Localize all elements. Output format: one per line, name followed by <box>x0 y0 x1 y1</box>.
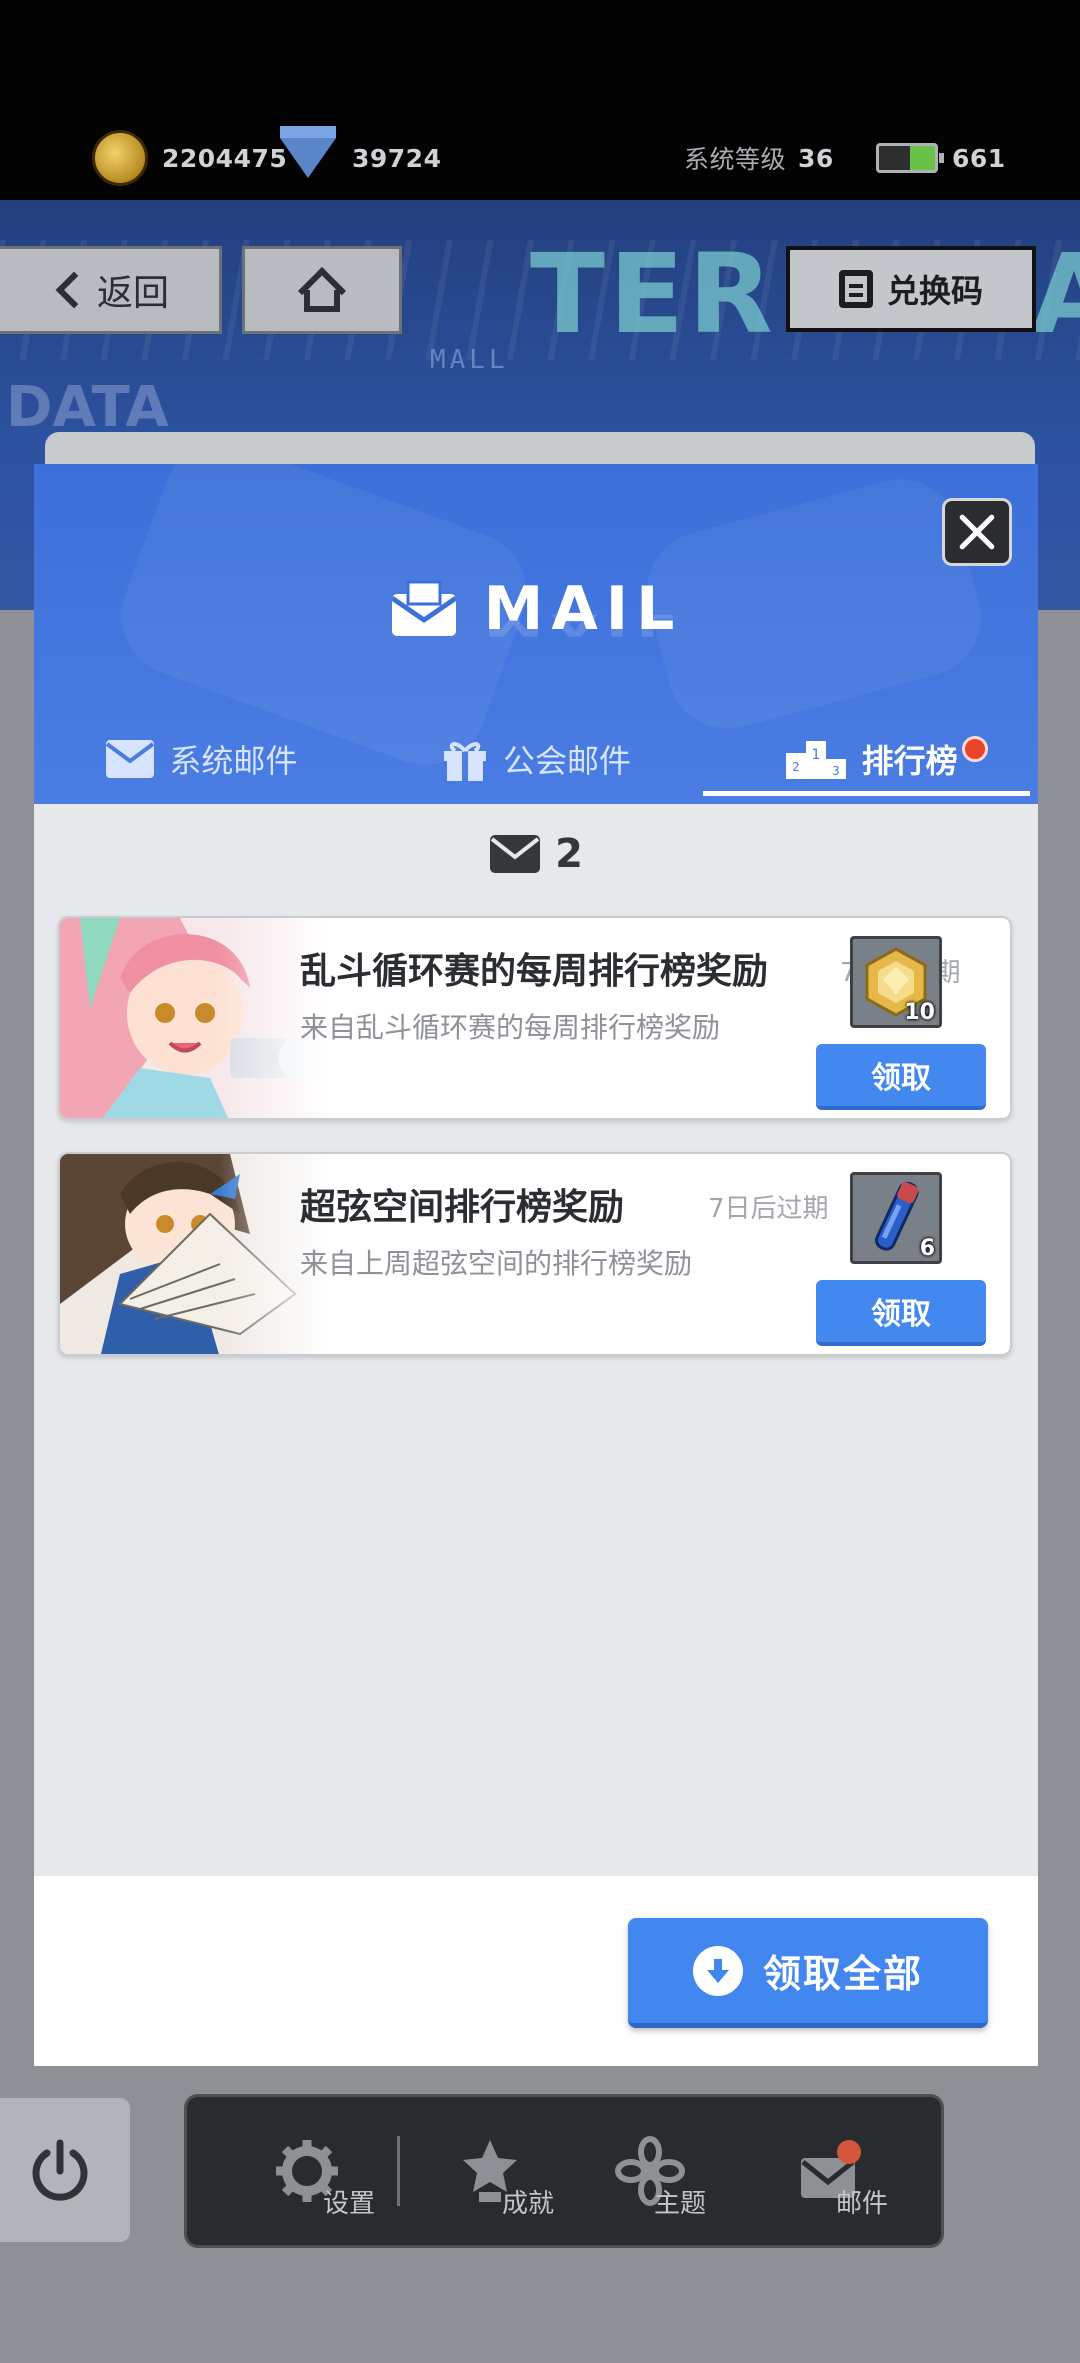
podium-icon: 1 2 3 <box>785 741 846 779</box>
claim-button[interactable]: 领取 <box>816 1044 986 1110</box>
mail-expiry: 7日后过期 <box>708 1194 829 1224</box>
mail-item[interactable]: 乱斗循环赛的每周排行榜奖励 7日后过期 来自乱斗循环赛的每周排行榜奖励 10 领… <box>58 916 1012 1120</box>
mail-tabs: 系统邮件 公会邮件 1 2 3 排行榜 <box>34 714 1038 804</box>
home-button[interactable] <box>242 246 402 334</box>
gold-counter: 2204475 <box>92 130 288 186</box>
nav-label: 主题 <box>654 2189 707 2219</box>
bottom-nav: 设置 成就 主题 邮件 <box>184 2094 944 2248</box>
mail-title-text: MAIL <box>483 574 683 644</box>
reward-quantity: 6 <box>919 1236 935 1261</box>
power-icon <box>32 2139 88 2201</box>
home-icon <box>297 266 347 316</box>
tab-label: 排行榜 <box>861 742 958 780</box>
reward-quantity: 10 <box>904 1000 935 1025</box>
back-button[interactable]: 返回 <box>0 246 222 334</box>
gold-coin-icon <box>92 130 148 186</box>
banner-mall-text: MALL <box>430 345 509 375</box>
envelope-open-icon <box>390 580 458 636</box>
mail-count-value: 2 <box>555 831 583 877</box>
redeem-code-button[interactable]: 兑换码 <box>786 246 1036 332</box>
system-level-value: 36 <box>798 143 834 173</box>
nav-achievements[interactable]: 成就 <box>410 2111 570 2231</box>
mail-title: 超弦空间排行榜奖励 <box>300 1187 625 1228</box>
download-icon <box>692 1945 743 1996</box>
close-button[interactable] <box>942 498 1012 566</box>
energy-counter: 661 <box>876 136 1006 180</box>
svg-text:2: 2 <box>792 760 800 774</box>
battery-icon <box>876 143 944 173</box>
mail-subtitle: 来自上周超弦空间的排行榜奖励 <box>300 1247 693 1280</box>
mail-title: MAIL <box>34 574 1038 644</box>
reward-item[interactable]: 10 <box>850 936 942 1028</box>
mail-dialog-footer: 领取全部 <box>34 1876 1038 2066</box>
envelope-icon <box>490 835 541 873</box>
mail-dialog-header: MAIL MAIL 系统邮件 公会邮件 1 2 3 排行榜 <box>34 464 1038 804</box>
claim-all-label: 领取全部 <box>762 1952 923 1996</box>
nav-divider <box>397 2136 400 2206</box>
nav-mail[interactable]: 邮件 <box>750 2111 910 2231</box>
diamond-icon <box>280 126 336 178</box>
gem-counter: 39724 <box>280 126 442 180</box>
power-button[interactable] <box>0 2098 130 2242</box>
energy-amount: 661 <box>952 143 1006 173</box>
nav-themes[interactable]: 主题 <box>570 2111 730 2231</box>
tab-system-mail[interactable]: 系统邮件 <box>34 714 369 804</box>
chevron-left-icon <box>55 271 93 309</box>
mail-subtitle: 来自乱斗循环赛的每周排行榜奖励 <box>300 1011 721 1044</box>
ticket-icon <box>838 270 873 308</box>
reward-item[interactable]: 6 <box>850 1172 942 1264</box>
character-portrait <box>60 1154 330 1354</box>
character-portrait <box>60 918 330 1118</box>
mail-item[interactable]: 超弦空间排行榜奖励 7日后过期 来自上周超弦空间的排行榜奖励 6 领取 <box>58 1152 1012 1356</box>
resource-bar: 2204475 39724 系统等级 36 661 <box>0 0 1080 200</box>
gold-amount: 2204475 <box>162 143 288 173</box>
nav-label: 设置 <box>323 2189 376 2219</box>
nav-label: 成就 <box>502 2189 555 2219</box>
mail-count: 2 <box>34 824 1038 884</box>
back-label: 返回 <box>96 273 169 314</box>
mail-title: 乱斗循环赛的每周排行榜奖励 <box>300 951 769 992</box>
claim-all-button[interactable]: 领取全部 <box>628 1918 988 2028</box>
svg-text:1: 1 <box>811 747 820 763</box>
nav-settings[interactable]: 设置 <box>227 2111 387 2231</box>
tab-guild-mail[interactable]: 公会邮件 <box>369 714 704 804</box>
banner-sub-text: DATA <box>6 375 169 440</box>
claim-button[interactable]: 领取 <box>816 1280 986 1346</box>
tab-label: 公会邮件 <box>503 742 632 780</box>
system-level-label: 系统等级 <box>684 145 787 174</box>
redeem-label: 兑换码 <box>886 272 983 310</box>
envelope-icon <box>106 740 155 778</box>
gift-icon <box>444 742 486 781</box>
svg-text:3: 3 <box>832 764 840 778</box>
gem-amount: 39724 <box>352 143 442 173</box>
nav-label: 邮件 <box>836 2189 889 2219</box>
notification-dot <box>962 736 989 762</box>
mail-dialog: MAIL MAIL 系统邮件 公会邮件 1 2 3 排行榜 2 乱斗循环赛的每周… <box>34 464 1038 2066</box>
system-level: 系统等级 36 <box>684 136 834 180</box>
tab-ranking[interactable]: 1 2 3 排行榜 <box>703 714 1038 804</box>
close-icon <box>959 514 995 550</box>
tab-label: 系统邮件 <box>169 742 298 780</box>
